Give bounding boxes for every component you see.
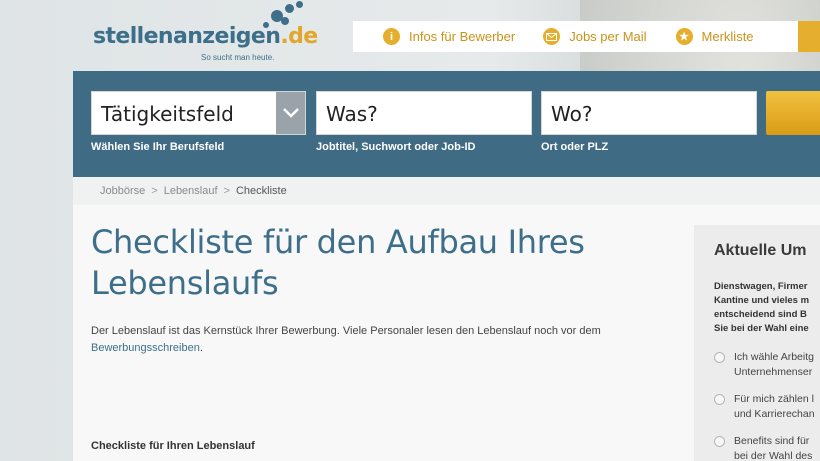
info-for-applicants-link[interactable]: i Infos für Bewerber	[383, 28, 515, 45]
breadcrumb-separator: >	[223, 185, 230, 197]
poll-option[interactable]: Ich wähle Arbeitg Unternehmenser	[714, 350, 820, 380]
category-hint: Wählen Sie Ihr Berufsfeld	[91, 141, 225, 153]
top-link-label: Infos für Bewerber	[409, 29, 516, 44]
what-hint: Jobtitel, Suchwort oder Job-ID	[316, 141, 476, 153]
top-bar-accent	[798, 21, 820, 52]
search-band: Tätigkeitsfeld Wählen Sie Ihr Berufsfeld…	[73, 71, 820, 177]
logo-dot	[296, 1, 303, 8]
poll-option-line: Unternehmenser	[734, 366, 813, 378]
logo-name: stellenanzeigen	[93, 24, 281, 49]
poll-question-line: Dienstwagen, Firmer	[714, 281, 808, 292]
breadcrumb: Jobbörse > Lebenslauf > Checkliste	[73, 177, 820, 205]
chevron-down-icon[interactable]	[276, 92, 305, 134]
poll-option-label: Benefits sind für bei der Wahl des	[734, 434, 812, 461]
poll-option-label: Für mich zählen l und Karrierechan	[734, 392, 815, 422]
info-icon: i	[383, 28, 400, 45]
cover-letter-link[interactable]: Bewerbungsschreiben	[91, 342, 200, 354]
top-link-label: Jobs per Mail	[569, 29, 647, 44]
intro-end: .	[199, 342, 203, 354]
what-input-value: Was?	[326, 102, 378, 126]
where-hint: Ort oder PLZ	[541, 141, 609, 153]
breadcrumb-separator: >	[151, 185, 158, 197]
what-input[interactable]: Was?	[316, 91, 532, 135]
top-link-label: Merkliste	[701, 29, 754, 44]
category-select-value: Tätigkeitsfeld	[101, 102, 234, 126]
star-icon: ★	[675, 28, 693, 45]
poll-option[interactable]: Für mich zählen l und Karrierechan	[714, 392, 820, 422]
category-select[interactable]: Tätigkeitsfeld	[91, 91, 306, 135]
logo-wordmark: stellenanzeigen.de	[93, 24, 318, 49]
poll-question: Dienstwagen, Firmer Kantine und vieles m…	[714, 280, 820, 336]
poll-question-line: Kantine und vieles m	[714, 295, 810, 306]
poll-option-line: Für mich zählen l	[734, 393, 814, 405]
poll-option-line: und Karrierechan	[734, 408, 815, 420]
top-link-bar: i Infos für Bewerber Jobs per Mail ★ Mer…	[353, 21, 820, 52]
watchlist-link[interactable]: ★ Merkliste	[675, 28, 754, 45]
search-button[interactable]	[766, 91, 820, 135]
radio-button[interactable]	[714, 436, 725, 447]
logo-tld: .de	[280, 24, 318, 49]
breadcrumb-current: Checkliste	[235, 185, 287, 197]
breadcrumb-item-jobboerse[interactable]: Jobbörse	[100, 185, 145, 197]
site-logo[interactable]: stellenanzeigen.de So sucht man heute.	[93, 1, 323, 66]
poll-question-line: entscheidend sind B	[714, 309, 807, 320]
radio-button[interactable]	[714, 394, 725, 405]
poll-option-line: Benefits sind für	[734, 435, 810, 447]
breadcrumb-item-lebenslauf[interactable]: Lebenslauf	[164, 185, 218, 197]
logo-tagline: So sucht man heute.	[201, 53, 275, 62]
logo-dot	[285, 4, 294, 13]
page-title: Checkliste für den Aufbau Ihres Lebensla…	[91, 223, 585, 302]
poll-question-line: Sie bei der Wahl eine	[714, 323, 809, 334]
poll-widget: Aktuelle Um Dienstwagen, Firmer Kantine …	[694, 225, 820, 461]
where-input-value: Wo?	[551, 102, 593, 126]
poll-option-line: bei der Wahl des	[734, 450, 813, 461]
poll-option[interactable]: Benefits sind für bei der Wahl des	[714, 434, 820, 461]
section-heading: Checkliste für Ihren Lebenslauf	[91, 440, 255, 452]
where-input[interactable]: Wo?	[541, 91, 757, 135]
intro-paragraph: Der Lebenslauf ist das Kernstück Ihrer B…	[91, 323, 661, 357]
radio-button[interactable]	[714, 352, 725, 363]
intro-text: Der Lebenslauf ist das Kernstück Ihrer B…	[91, 325, 601, 337]
jobs-by-mail-link[interactable]: Jobs per Mail	[543, 28, 647, 45]
poll-title: Aktuelle Um	[714, 242, 807, 259]
mail-icon	[543, 28, 561, 45]
poll-option-line: Ich wähle Arbeitg	[734, 351, 814, 363]
poll-option-label: Ich wähle Arbeitg Unternehmenser	[734, 350, 814, 380]
